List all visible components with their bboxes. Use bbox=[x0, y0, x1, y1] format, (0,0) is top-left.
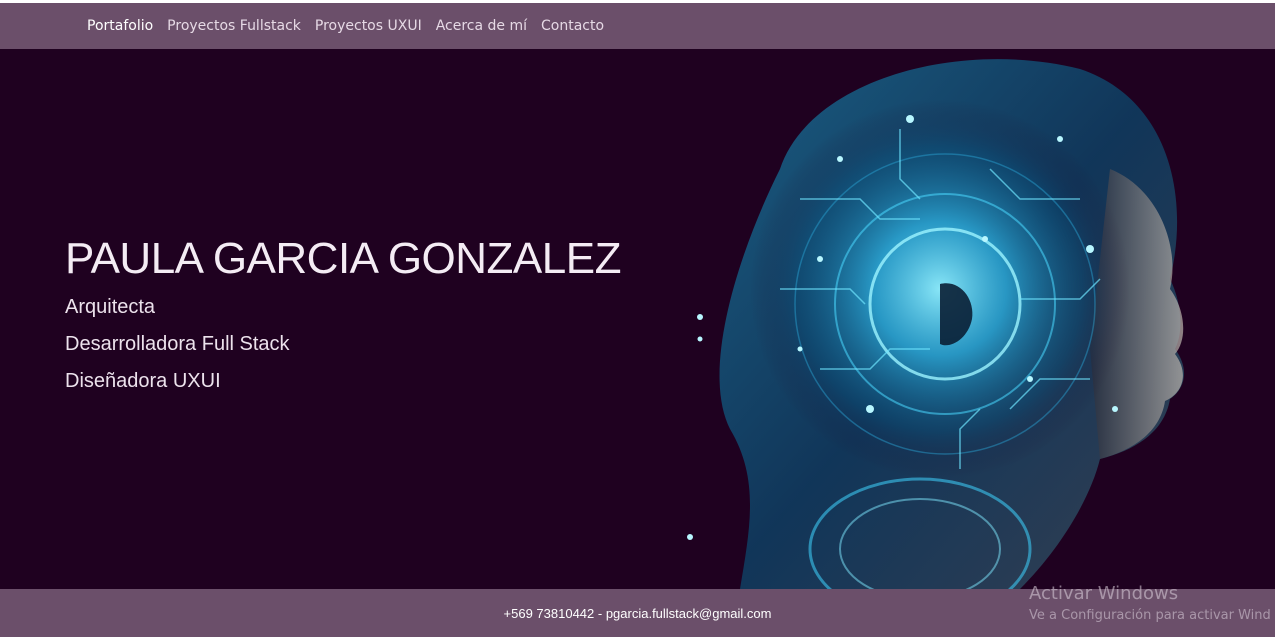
nav-link-proyectos-fullstack[interactable]: Proyectos Fullstack bbox=[167, 18, 301, 34]
hero-name: PAULA GARCIA GONZALEZ bbox=[65, 234, 621, 283]
hero-role-uxui: Diseñadora UXUI bbox=[65, 370, 221, 392]
digital-head-illustration bbox=[687, 59, 1184, 589]
nav-brand-portafolio[interactable]: Portafolio bbox=[87, 18, 153, 34]
nav-link-proyectos-uxui[interactable]: Proyectos UXUI bbox=[315, 18, 422, 34]
nav-link-acerca-de-mi[interactable]: Acerca de mí bbox=[436, 18, 527, 34]
nav-link-contacto[interactable]: Contacto bbox=[541, 18, 604, 34]
hero-role-fullstack: Desarrolladora Full Stack bbox=[65, 333, 290, 355]
footer-contact-info: +569 73810442 - pgarcia.fullstack@gmail.… bbox=[503, 605, 772, 621]
top-navbar: Portafolio Proyectos Fullstack Proyectos… bbox=[0, 3, 1275, 49]
hero-section: PAULA GARCIA GONZALEZ Arquitecta Desarro… bbox=[0, 49, 1275, 589]
footer: +569 73810442 - pgarcia.fullstack@gmail.… bbox=[0, 589, 1275, 637]
hero-role-arquitecta: Arquitecta bbox=[65, 296, 156, 318]
hero-text: PAULA GARCIA GONZALEZ Arquitecta Desarro… bbox=[65, 234, 621, 393]
